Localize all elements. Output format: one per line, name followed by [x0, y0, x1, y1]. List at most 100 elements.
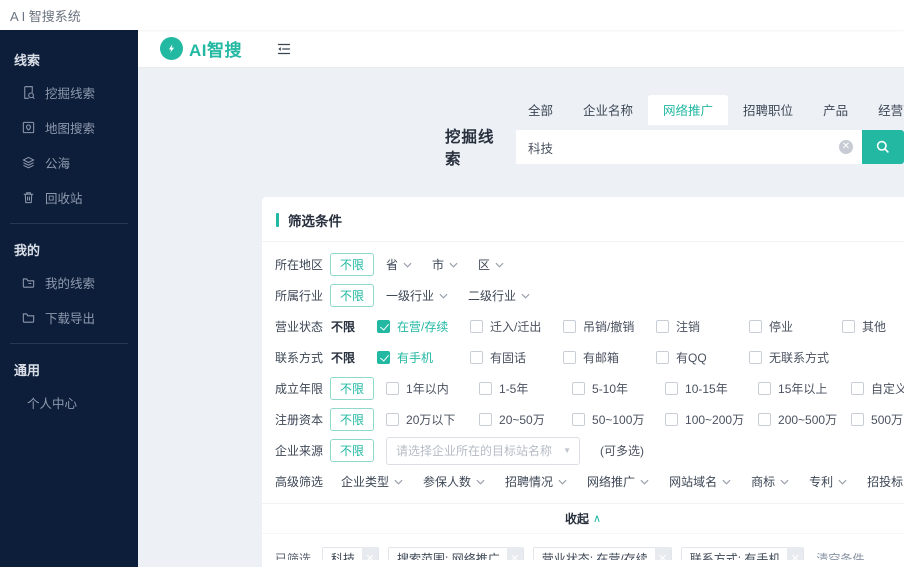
filter-row-items: 企业类型参保人数招聘情况网络推广网站域名商标专利招投标公众号 — [341, 473, 904, 490]
sidebar-item[interactable]: 公海 — [0, 145, 138, 180]
filter-dropdown[interactable]: 区 — [478, 256, 504, 273]
filter-row-label: 营业状态 — [275, 320, 324, 334]
filter-checkbox[interactable]: 1-5年 — [479, 380, 572, 397]
filter-dropdown[interactable]: 专利 — [809, 473, 847, 490]
search-input-container: ✕ — [516, 130, 862, 164]
app-logo[interactable]: AI智搜 — [160, 36, 242, 61]
clear-input-icon[interactable]: ✕ — [838, 140, 853, 154]
select-placeholder: 请选择企业所在的目标站名称 — [396, 444, 553, 458]
filter-checkbox[interactable]: 500万以上 — [851, 411, 904, 428]
search-input[interactable] — [516, 130, 862, 164]
filter-row-items: 在营/存续 迁入/迁出 吊销/撤销 注销 停业 其他 — [377, 318, 904, 335]
filter-dropdown[interactable]: 二级行业 — [468, 287, 530, 304]
filter-checkbox[interactable]: 20~50万 — [479, 411, 572, 428]
sidebar-item[interactable]: 下载导出 — [0, 300, 138, 335]
filter-row-label: 注册资本 — [275, 413, 324, 427]
multi-select-note: (可多选) — [600, 444, 645, 458]
filter-checkbox[interactable]: 迁入/迁出 — [470, 318, 563, 335]
filter-checkbox[interactable]: 注销 — [656, 318, 749, 335]
filter-checkbox[interactable]: 10-15年 — [665, 380, 758, 397]
filter-row-label: 高级筛选 — [275, 475, 324, 489]
search-scope-tab[interactable]: 网络推广 — [648, 95, 729, 125]
sidebar-item-label: 公海 — [45, 157, 71, 171]
unlimited-option[interactable]: 不限 — [330, 439, 375, 462]
unlimited-option[interactable]: 不限 — [329, 316, 365, 337]
filter-checkbox-label: 500万以上 — [871, 413, 904, 427]
sidebar-item[interactable]: 回收站 — [0, 180, 138, 215]
collapse-toggle[interactable]: 收起 ∧ — [262, 503, 904, 534]
filter-dropdown[interactable]: 网站域名 — [669, 473, 731, 490]
filter-checkbox[interactable]: 有手机 — [377, 349, 470, 366]
filter-row-items: 请选择企业所在的目标站名称 ▼ (可多选) — [386, 436, 904, 465]
filter-checkbox[interactable]: 5-10年 — [572, 380, 665, 397]
sidebar-item-label: 挖掘线索 — [45, 87, 96, 101]
chevron-down-icon — [722, 479, 731, 485]
sidebar-item[interactable]: 地图搜索 — [0, 110, 138, 145]
filter-dropdown[interactable]: 参保人数 — [423, 473, 485, 490]
unlimited-option[interactable]: 不限 — [330, 284, 375, 307]
filter-checkbox[interactable]: 停业 — [749, 318, 842, 335]
filter-row-label: 联系方式 — [275, 351, 324, 365]
sidebar-item[interactable]: 挖掘线索 — [0, 75, 138, 110]
filter-dropdown[interactable]: 一级行业 — [386, 287, 448, 304]
checkbox-box-icon — [377, 351, 391, 364]
filter-row-items: 一级行业 二级行业 — [386, 287, 904, 304]
filter-checkbox[interactable]: 在营/存续 — [377, 318, 470, 335]
folder-export-icon — [21, 310, 36, 325]
filter-dropdown[interactable]: 招聘情况 — [505, 473, 567, 490]
unlimited-option[interactable]: 不限 — [330, 377, 375, 400]
filter-row-label: 所属行业 — [275, 289, 324, 303]
filter-checkbox[interactable]: 1年以内 — [386, 380, 479, 397]
filter-dropdown[interactable]: 商标 — [751, 473, 789, 490]
filter-dropdown[interactable]: 省 — [386, 256, 412, 273]
filter-checkbox-label: 停业 — [769, 320, 794, 334]
filter-row-items: 20万以下 20~50万 50~100万 100~200万 200~500万 500万以上 — [386, 411, 904, 428]
menu-fold-icon[interactable] — [276, 41, 292, 57]
filter-checkbox-label: 15年以上 — [778, 382, 828, 396]
unlimited-option[interactable]: 不限 — [330, 408, 375, 431]
filter-checkbox[interactable]: 自定义 — [851, 380, 904, 397]
sidebar-item[interactable]: 我的线索 — [0, 265, 138, 300]
filter-checkbox[interactable]: 有QQ — [656, 349, 749, 366]
filter-checkbox[interactable]: 100~200万 — [665, 411, 758, 428]
search-scope-tab[interactable]: 产品 — [808, 95, 863, 125]
search-scope-tab[interactable]: 招聘职位 — [728, 95, 808, 125]
unlimited-option[interactable]: 不限 — [329, 347, 365, 368]
filter-row-items: 省市区 — [386, 256, 904, 273]
filter-dropdown[interactable]: 招投标 — [867, 473, 904, 490]
filter-checkbox-label: 无联系方式 — [769, 351, 830, 365]
search-scope-tab[interactable]: 企业名称 — [568, 95, 648, 125]
search-scope-tab[interactable]: 全部 — [513, 95, 568, 125]
filter-checkbox-label: 自定义 — [871, 382, 904, 396]
unlimited-option[interactable]: 不限 — [330, 253, 375, 276]
chevron-down-icon — [449, 262, 458, 268]
search-scope-tab[interactable]: 经营范围 — [863, 95, 904, 125]
filter-checkbox[interactable]: 有固话 — [470, 349, 563, 366]
sidebar-item[interactable]: 个人中心 — [0, 385, 138, 420]
filter-dropdown[interactable]: 企业类型 — [341, 473, 403, 490]
chevron-down-icon — [403, 262, 412, 268]
filter-checkbox[interactable]: 200~500万 — [758, 411, 851, 428]
filter-row: 联系方式 不限 有手机 有固话 有邮箱 有QQ 无联系方式 — [275, 342, 904, 373]
filter-checkbox[interactable]: 无联系方式 — [749, 349, 842, 366]
search-scope-tabs: 全部企业名称网络推广招聘职位产品经营范围 — [513, 95, 904, 125]
filter-checkbox[interactable]: 20万以下 — [386, 411, 479, 428]
search-button[interactable] — [861, 130, 904, 164]
search-icon — [876, 140, 889, 153]
filter-checkbox[interactable]: 有邮箱 — [563, 349, 656, 366]
filter-dropdown[interactable]: 市 — [432, 256, 458, 273]
filter-dropdown-label: 网站域名 — [669, 475, 718, 489]
filter-checkbox-label: 20万以下 — [406, 413, 456, 427]
filter-checkbox-label: 有固话 — [490, 351, 527, 365]
filter-checkbox[interactable]: 15年以上 — [758, 380, 851, 397]
checkbox-box-icon — [479, 413, 493, 426]
filter-checkbox-label: 1-5年 — [499, 382, 529, 396]
target-site-select[interactable]: 请选择企业所在的目标站名称 ▼ — [386, 436, 581, 465]
search-row: 挖掘线索 ✕ — [445, 125, 904, 169]
filter-checkbox-label: 其他 — [862, 320, 887, 334]
filter-checkbox[interactable]: 50~100万 — [572, 411, 665, 428]
filter-dropdown[interactable]: 网络推广 — [587, 473, 649, 490]
filter-panel: 筛选条件 所在地区 不限省市区所属行业 不限 一级行业 二级行业 营业状态 不限 在营/存续迁… — [262, 197, 904, 567]
filter-checkbox[interactable]: 吊销/撤销 — [563, 318, 656, 335]
filter-checkbox[interactable]: 其他 — [842, 318, 904, 335]
